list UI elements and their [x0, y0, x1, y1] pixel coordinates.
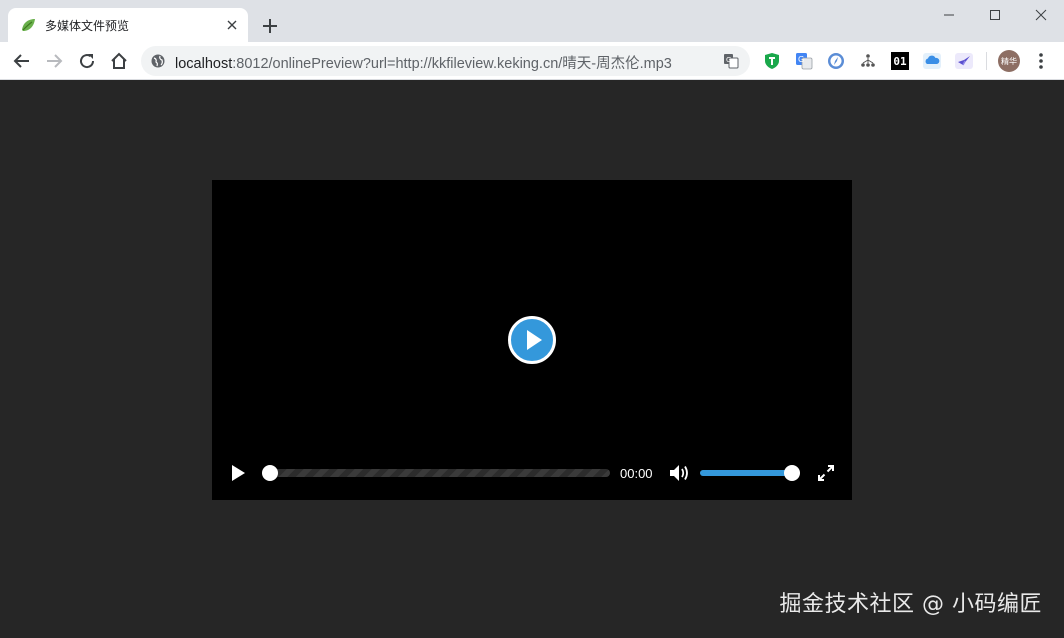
bird-extension-icon[interactable]: [955, 52, 973, 70]
tab-strip: 多媒体文件预览: [0, 0, 1064, 42]
big-play-icon[interactable]: [508, 316, 556, 364]
close-icon: [1035, 9, 1047, 21]
fullscreen-icon[interactable]: [818, 465, 834, 481]
url-host: localhost: [175, 56, 233, 72]
reload-button[interactable]: [76, 50, 98, 72]
svg-text:G: G: [798, 55, 804, 64]
translate-icon[interactable]: G: [723, 53, 739, 69]
forward-button[interactable]: [43, 50, 65, 72]
volume-handle[interactable]: [784, 465, 800, 481]
minimize-button[interactable]: [926, 0, 972, 30]
svg-text:G: G: [726, 56, 731, 64]
sitemap-extension-icon[interactable]: [859, 52, 877, 70]
home-button[interactable]: [108, 50, 130, 72]
arrow-left-icon: [13, 54, 29, 68]
watermark-text: 掘金技术社区 @ 小码编匠: [779, 592, 1042, 617]
progress-handle[interactable]: [262, 465, 278, 481]
address-bar[interactable]: localhost:8012/onlinePreview?url=http://…: [141, 46, 750, 76]
tab-title: 多媒体文件预览: [45, 19, 130, 33]
volume-icon[interactable]: [668, 463, 690, 483]
shield-extension-icon[interactable]: [763, 52, 781, 70]
browser-toolbar: localhost:8012/onlinePreview?url=http://…: [0, 42, 1064, 80]
profile-avatar[interactable]: 精华: [998, 50, 1020, 72]
globe-icon[interactable]: [151, 54, 165, 68]
google-translate-extension-icon[interactable]: G: [795, 52, 813, 70]
maximize-icon: [990, 10, 1000, 20]
close-window-button[interactable]: [1018, 0, 1064, 30]
more-vertical-icon[interactable]: [1032, 51, 1050, 71]
volume-fill: [700, 470, 792, 476]
current-time: 00:00: [620, 466, 653, 481]
browser-tab[interactable]: 多媒体文件预览: [8, 8, 248, 42]
toolbar-separator: [986, 52, 987, 70]
url-path: :8012/onlinePreview?url=http://kkfilevie…: [232, 56, 672, 72]
binary-extension-icon[interactable]: 01: [891, 52, 909, 70]
play-icon[interactable]: [228, 463, 248, 483]
reload-icon: [80, 54, 95, 69]
home-icon: [111, 52, 127, 69]
minimize-icon: [944, 14, 954, 16]
cloud-extension-icon[interactable]: [923, 52, 941, 70]
compass-extension-icon[interactable]: [827, 52, 845, 70]
new-tab-icon[interactable]: [260, 16, 280, 36]
maximize-button[interactable]: [972, 0, 1018, 30]
page-content: 00:00 掘金技术社区 @ 小码编匠: [0, 80, 1064, 638]
volume-slider[interactable]: [700, 465, 800, 481]
progress-bar[interactable]: [262, 465, 610, 481]
back-button[interactable]: [11, 50, 33, 72]
close-tab-icon[interactable]: [224, 17, 240, 33]
leaf-icon: [22, 19, 35, 31]
url-text[interactable]: localhost:8012/onlinePreview?url=http://…: [175, 52, 700, 73]
arrow-right-icon: [47, 54, 63, 68]
media-player[interactable]: 00:00: [212, 180, 852, 500]
